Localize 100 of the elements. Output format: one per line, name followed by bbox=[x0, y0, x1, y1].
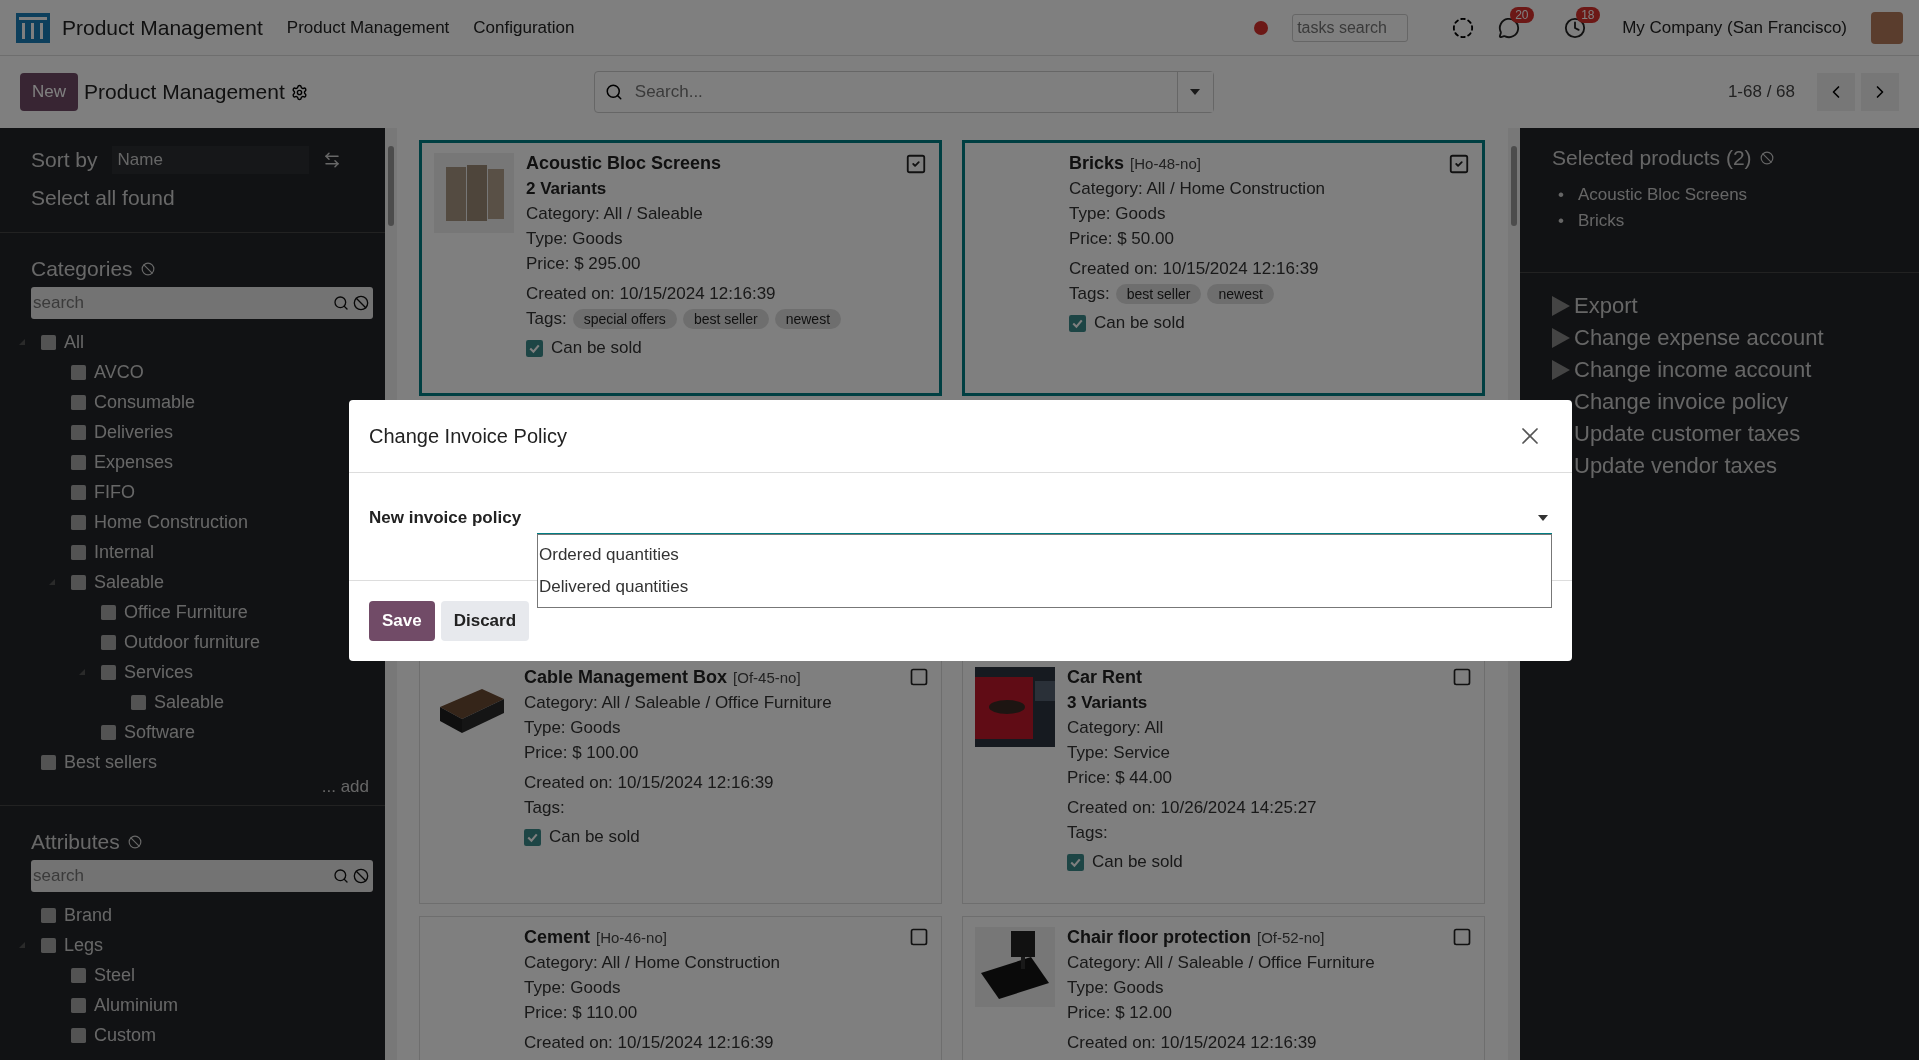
search-icon[interactable] bbox=[333, 868, 349, 884]
search-bar[interactable]: search bbox=[31, 287, 373, 319]
checkbox[interactable] bbox=[71, 484, 86, 500]
settings-icon[interactable] bbox=[290, 83, 308, 101]
caret-icon[interactable] bbox=[49, 579, 55, 585]
tree-item[interactable]: Consumable bbox=[94, 391, 196, 413]
tree-item[interactable]: Aluminium bbox=[94, 994, 179, 1016]
checkbox[interactable] bbox=[1067, 853, 1084, 871]
checkbox[interactable] bbox=[71, 514, 86, 530]
tree-item[interactable]: Deliveries bbox=[94, 421, 174, 443]
checkbox[interactable] bbox=[101, 634, 116, 650]
product-card[interactable]: Chair floor protection [Of-52-no] Category: All / Saleable / Office Furniture Type: Goods Price: $ 12.00 Created on: 10/15/2024 12:16:39 bbox=[962, 916, 1485, 1060]
menu-item[interactable]: Configuration bbox=[473, 17, 575, 38]
tree-item[interactable]: All bbox=[64, 331, 84, 353]
app-logo-icon[interactable] bbox=[16, 12, 50, 43]
message-count: 20 bbox=[1510, 6, 1534, 23]
checkbox[interactable] bbox=[41, 754, 56, 770]
avatar[interactable] bbox=[1871, 11, 1903, 44]
checkbox[interactable] bbox=[71, 967, 86, 983]
tree-item[interactable]: Best sellers bbox=[64, 751, 158, 773]
tree-item[interactable]: Office Furniture bbox=[124, 601, 248, 623]
checkbox[interactable] bbox=[101, 604, 116, 620]
scrollbar-thumb[interactable] bbox=[388, 146, 394, 226]
checkbox[interactable] bbox=[41, 334, 56, 350]
activity-icon[interactable] bbox=[1452, 16, 1475, 39]
product-card[interactable]: Cement [Ho-46-no] Category: All / Home Construction Type: Goods Price: $ 110.00 Created on: 10/15/2024 12:16:39 bbox=[419, 916, 942, 1060]
tree-item[interactable]: Legs bbox=[64, 934, 104, 956]
checkbox-label: Can be sold bbox=[549, 827, 640, 847]
save-button[interactable]: Save bbox=[369, 601, 435, 641]
tree-item[interactable]: Outdoor furniture bbox=[124, 631, 261, 653]
checkbox[interactable] bbox=[101, 664, 116, 680]
caret-icon[interactable] bbox=[19, 339, 25, 345]
checkbox[interactable] bbox=[1069, 314, 1086, 332]
discard-button[interactable]: Discard bbox=[440, 601, 530, 641]
checkbox-icon[interactable] bbox=[909, 667, 929, 687]
checkbox[interactable] bbox=[41, 907, 56, 923]
caret-icon[interactable] bbox=[19, 942, 25, 948]
search-icon[interactable] bbox=[604, 83, 623, 101]
checkbox-icon[interactable] bbox=[1452, 927, 1472, 947]
tree-item[interactable]: Steel bbox=[94, 964, 136, 986]
dropdown-toggle[interactable] bbox=[1176, 72, 1213, 112]
action-link[interactable]: Export bbox=[1552, 293, 1887, 319]
company-name[interactable]: My Company (San Francisco) bbox=[1622, 17, 1847, 38]
tree-item[interactable]: Home Construction bbox=[94, 511, 249, 533]
swap-icon[interactable] bbox=[322, 151, 341, 169]
tree-item[interactable]: Custom bbox=[94, 1024, 156, 1046]
scrollbar-thumb[interactable] bbox=[1511, 146, 1517, 226]
product-card[interactable]: Bricks [Ho-48-no] Category: All / Home Construction Type: Goods Price: $ 50.00 Created on: 10/15/2024 12:16:39 Tags: best seller newest Can be sold bbox=[962, 140, 1485, 396]
search-bar[interactable]: search bbox=[31, 860, 373, 892]
tree-item[interactable]: Saleable bbox=[94, 571, 165, 593]
tree-item[interactable]: Brand bbox=[64, 904, 113, 926]
checkbox[interactable] bbox=[524, 828, 541, 846]
sort-select[interactable]: Name bbox=[111, 146, 309, 174]
product-detail: Type: Goods bbox=[526, 229, 624, 249]
checkbox[interactable] bbox=[71, 997, 86, 1013]
checkbox[interactable] bbox=[71, 424, 86, 440]
clear-icon[interactable] bbox=[353, 295, 369, 311]
checked-checkbox-icon[interactable] bbox=[1448, 153, 1470, 175]
search-icon[interactable] bbox=[333, 295, 349, 311]
option[interactable]: Delivered quantities bbox=[538, 571, 1551, 603]
checkbox[interactable] bbox=[71, 454, 86, 470]
checked-checkbox-icon[interactable] bbox=[905, 153, 927, 175]
checkbox[interactable] bbox=[131, 694, 146, 710]
option[interactable]: Ordered quantities bbox=[538, 539, 1551, 571]
clear-icon[interactable] bbox=[353, 868, 369, 884]
checkbox-icon[interactable] bbox=[909, 927, 929, 947]
search-field[interactable]: search bbox=[31, 290, 329, 316]
checkbox[interactable] bbox=[526, 339, 543, 357]
checkbox[interactable] bbox=[71, 394, 86, 410]
caret-icon[interactable] bbox=[79, 669, 85, 675]
add-link[interactable]: ... add bbox=[31, 777, 373, 797]
new-button[interactable]: New bbox=[20, 73, 78, 111]
product-detail: Price: $ 110.00 bbox=[524, 1003, 639, 1023]
tree-item[interactable]: Software bbox=[124, 721, 196, 743]
select-all-link[interactable]: Select all found bbox=[31, 186, 354, 210]
tree-item[interactable]: FIFO bbox=[94, 481, 135, 503]
checkbox-icon[interactable] bbox=[1452, 667, 1472, 687]
checkbox[interactable] bbox=[71, 574, 86, 590]
action-link[interactable]: Change income account bbox=[1552, 357, 1887, 383]
search-bar[interactable]: Search... bbox=[593, 71, 1214, 113]
checkbox[interactable] bbox=[71, 1027, 86, 1043]
tree-item[interactable]: Saleable bbox=[154, 691, 225, 713]
app-name[interactable]: Product Management bbox=[62, 15, 263, 40]
action-link[interactable]: Change expense account bbox=[1552, 325, 1887, 351]
previous-button[interactable] bbox=[1817, 73, 1855, 111]
tree-item[interactable]: Expenses bbox=[94, 451, 174, 473]
checkbox[interactable] bbox=[71, 364, 86, 380]
tasks-search-field[interactable]: tasks search bbox=[1292, 13, 1409, 42]
next-button[interactable] bbox=[1861, 73, 1899, 111]
tree-item[interactable]: Services bbox=[124, 661, 194, 683]
tree-item[interactable]: Internal bbox=[94, 541, 155, 563]
menu-item[interactable]: Product Management bbox=[286, 17, 450, 38]
checkbox[interactable] bbox=[71, 544, 86, 560]
checkbox[interactable] bbox=[41, 937, 56, 953]
product-detail: Price: $ 44.00 bbox=[1067, 768, 1173, 788]
search-field[interactable]: search bbox=[31, 863, 329, 889]
product-detail: Price: $ 12.00 bbox=[1067, 1003, 1173, 1023]
product-card[interactable]: Acoustic Bloc Screens 2 Variants Category: All / Saleable Type: Goods Price: $ 295.00 Created on: 10/15/2024 12:16:39 Tags: special offers best seller newest Can be sold bbox=[419, 140, 942, 396]
checkbox[interactable] bbox=[101, 724, 116, 740]
tree-item[interactable]: AVCO bbox=[94, 361, 144, 383]
